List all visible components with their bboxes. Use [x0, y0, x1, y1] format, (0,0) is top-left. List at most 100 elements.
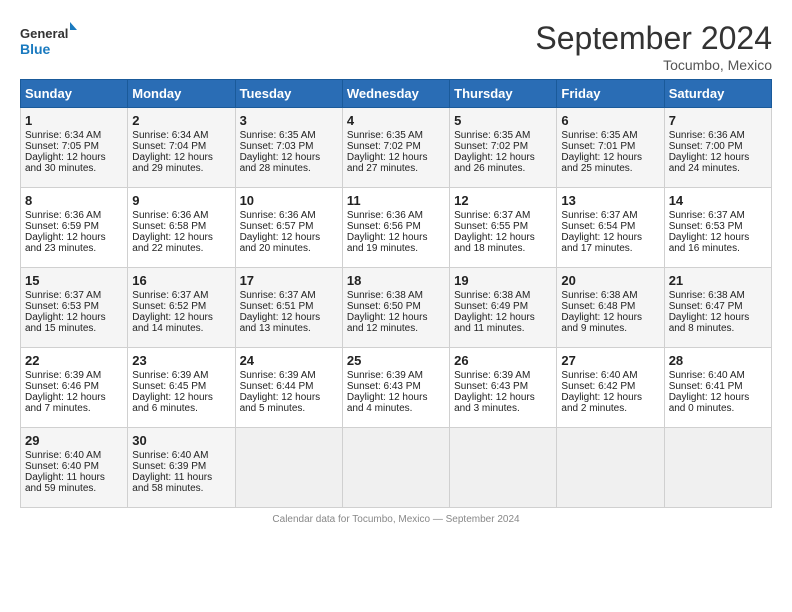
sunset-label: Sunset: 7:03 PM — [240, 141, 314, 152]
sunrise-label: Sunrise: 6:39 AM — [25, 370, 101, 381]
sunrise-label: Sunrise: 6:39 AM — [454, 370, 530, 381]
day-number: 30 — [132, 433, 230, 448]
sunset-label: Sunset: 6:59 PM — [25, 221, 99, 232]
calendar-cell: 26Sunrise: 6:39 AMSunset: 6:43 PMDayligh… — [450, 348, 557, 428]
calendar-table: Sunday Monday Tuesday Wednesday Thursday… — [20, 79, 772, 508]
day-number: 25 — [347, 353, 445, 368]
daylight-label: Daylight: 12 hours and 22 minutes. — [132, 232, 213, 254]
col-sunday: Sunday — [21, 80, 128, 108]
sunrise-label: Sunrise: 6:37 AM — [669, 210, 745, 221]
sunrise-label: Sunrise: 6:38 AM — [561, 290, 637, 301]
daylight-label: Daylight: 12 hours and 29 minutes. — [132, 152, 213, 174]
daylight-label: Daylight: 12 hours and 0 minutes. — [669, 392, 750, 414]
col-friday: Friday — [557, 80, 664, 108]
sunset-label: Sunset: 6:46 PM — [25, 381, 99, 392]
day-number: 10 — [240, 193, 338, 208]
daylight-label: Daylight: 12 hours and 28 minutes. — [240, 152, 321, 174]
sunset-label: Sunset: 7:00 PM — [669, 141, 743, 152]
daylight-label: Daylight: 12 hours and 14 minutes. — [132, 312, 213, 334]
sunset-label: Sunset: 7:01 PM — [561, 141, 635, 152]
calendar-cell: 20Sunrise: 6:38 AMSunset: 6:48 PMDayligh… — [557, 268, 664, 348]
calendar-week-row: 22Sunrise: 6:39 AMSunset: 6:46 PMDayligh… — [21, 348, 772, 428]
calendar-week-row: 29Sunrise: 6:40 AMSunset: 6:40 PMDayligh… — [21, 428, 772, 508]
sunrise-label: Sunrise: 6:37 AM — [25, 290, 101, 301]
daylight-label: Daylight: 12 hours and 25 minutes. — [561, 152, 642, 174]
day-number: 5 — [454, 113, 552, 128]
calendar-cell: 14Sunrise: 6:37 AMSunset: 6:53 PMDayligh… — [664, 188, 771, 268]
calendar-cell: 28Sunrise: 6:40 AMSunset: 6:41 PMDayligh… — [664, 348, 771, 428]
day-number: 3 — [240, 113, 338, 128]
calendar-cell: 5Sunrise: 6:35 AMSunset: 7:02 PMDaylight… — [450, 108, 557, 188]
calendar-cell: 30Sunrise: 6:40 AMSunset: 6:39 PMDayligh… — [128, 428, 235, 508]
calendar-cell — [450, 428, 557, 508]
calendar-cell: 22Sunrise: 6:39 AMSunset: 6:46 PMDayligh… — [21, 348, 128, 428]
daylight-label: Daylight: 12 hours and 2 minutes. — [561, 392, 642, 414]
sunset-label: Sunset: 6:55 PM — [454, 221, 528, 232]
sunset-label: Sunset: 6:44 PM — [240, 381, 314, 392]
sunrise-label: Sunrise: 6:38 AM — [347, 290, 423, 301]
sunrise-label: Sunrise: 6:35 AM — [347, 130, 423, 141]
day-number: 29 — [25, 433, 123, 448]
day-number: 20 — [561, 273, 659, 288]
calendar-week-row: 8Sunrise: 6:36 AMSunset: 6:59 PMDaylight… — [21, 188, 772, 268]
day-number: 12 — [454, 193, 552, 208]
month-title: September 2024 — [535, 20, 772, 57]
sunset-label: Sunset: 6:54 PM — [561, 221, 635, 232]
calendar-cell: 13Sunrise: 6:37 AMSunset: 6:54 PMDayligh… — [557, 188, 664, 268]
sunrise-label: Sunrise: 6:37 AM — [454, 210, 530, 221]
sunrise-label: Sunrise: 6:37 AM — [132, 290, 208, 301]
day-number: 6 — [561, 113, 659, 128]
sunrise-label: Sunrise: 6:37 AM — [240, 290, 316, 301]
daylight-label: Daylight: 12 hours and 9 minutes. — [561, 312, 642, 334]
daylight-label: Daylight: 12 hours and 4 minutes. — [347, 392, 428, 414]
sunrise-label: Sunrise: 6:35 AM — [240, 130, 316, 141]
sunrise-label: Sunrise: 6:36 AM — [25, 210, 101, 221]
sunrise-label: Sunrise: 6:36 AM — [132, 210, 208, 221]
sunrise-label: Sunrise: 6:39 AM — [347, 370, 423, 381]
page-header: General Blue September 2024 Tocumbo, Mex… — [20, 20, 772, 73]
calendar-cell: 24Sunrise: 6:39 AMSunset: 6:44 PMDayligh… — [235, 348, 342, 428]
day-number: 28 — [669, 353, 767, 368]
sunset-label: Sunset: 6:50 PM — [347, 301, 421, 312]
calendar-cell: 9 Sunrise: 6:36 AMSunset: 6:58 PMDaylight… — [128, 188, 235, 268]
sunset-label: Sunset: 6:40 PM — [25, 461, 99, 472]
daylight-label: Daylight: 12 hours and 18 minutes. — [454, 232, 535, 254]
calendar-cell: 12 Sunrise: 6:37 AMSunset: 6:55 PMDayligh… — [450, 188, 557, 268]
calendar-cell: 15Sunrise: 6:37 AMSunset: 6:53 PMDayligh… — [21, 268, 128, 348]
day-number: 15 — [25, 273, 123, 288]
daylight-label: Daylight: 12 hours and 27 minutes. — [347, 152, 428, 174]
title-block: September 2024 Tocumbo, Mexico — [535, 20, 772, 73]
day-number: 27 — [561, 353, 659, 368]
daylight-label: Daylight: 12 hours and 17 minutes. — [561, 232, 642, 254]
day-number: 11 — [347, 193, 445, 208]
day-number: 26 — [454, 353, 552, 368]
calendar-cell: 23Sunrise: 6:39 AMSunset: 6:45 PMDayligh… — [128, 348, 235, 428]
calendar-cell: 25Sunrise: 6:39 AMSunset: 6:43 PMDayligh… — [342, 348, 449, 428]
daylight-label: Daylight: 12 hours and 13 minutes. — [240, 312, 321, 334]
daylight-label: Daylight: 12 hours and 15 minutes. — [25, 312, 106, 334]
col-saturday: Saturday — [664, 80, 771, 108]
sunrise-label: Sunrise: 6:36 AM — [347, 210, 423, 221]
daylight-label: Daylight: 12 hours and 5 minutes. — [240, 392, 321, 414]
daylight-label: Daylight: 11 hours and 59 minutes. — [25, 472, 105, 494]
calendar-cell: 17Sunrise: 6:37 AMSunset: 6:51 PMDayligh… — [235, 268, 342, 348]
sunset-label: Sunset: 7:02 PM — [347, 141, 421, 152]
sunset-label: Sunset: 6:53 PM — [669, 221, 743, 232]
day-number: 9 — [132, 193, 230, 208]
daylight-label: Daylight: 11 hours and 58 minutes. — [132, 472, 212, 494]
sunset-label: Sunset: 6:47 PM — [669, 301, 743, 312]
calendar-cell: 18Sunrise: 6:38 AMSunset: 6:50 PMDayligh… — [342, 268, 449, 348]
sunset-label: Sunset: 6:58 PM — [132, 221, 206, 232]
daylight-label: Daylight: 12 hours and 19 minutes. — [347, 232, 428, 254]
location-subtitle: Tocumbo, Mexico — [535, 57, 772, 73]
sunset-label: Sunset: 6:41 PM — [669, 381, 743, 392]
daylight-label: Daylight: 12 hours and 11 minutes. — [454, 312, 535, 334]
daylight-label: Daylight: 12 hours and 23 minutes. — [25, 232, 106, 254]
sunset-label: Sunset: 7:05 PM — [25, 141, 99, 152]
day-number: 16 — [132, 273, 230, 288]
day-number: 23 — [132, 353, 230, 368]
day-number: 1 — [25, 113, 123, 128]
day-number: 24 — [240, 353, 338, 368]
calendar-cell — [235, 428, 342, 508]
calendar-header-row: Sunday Monday Tuesday Wednesday Thursday… — [21, 80, 772, 108]
